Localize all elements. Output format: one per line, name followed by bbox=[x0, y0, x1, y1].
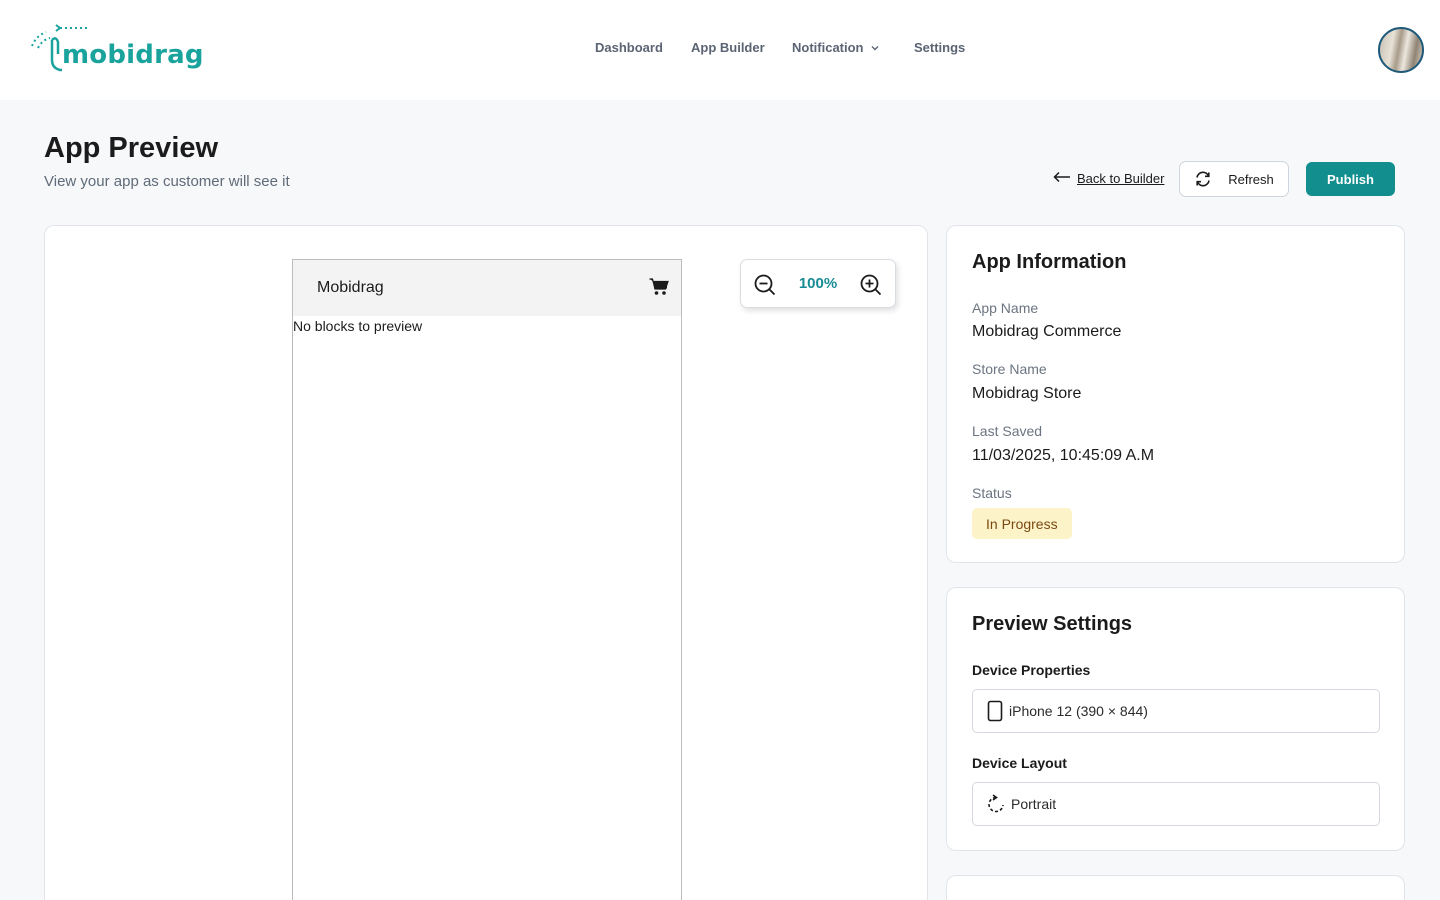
nav-notification[interactable]: Notification bbox=[792, 40, 880, 56]
rotate-icon bbox=[987, 794, 1005, 814]
logo-text: mobidrag bbox=[62, 40, 204, 70]
preview-panel: Mobidrag No blocks to preview 100% bbox=[44, 225, 928, 900]
zoom-in-icon[interactable] bbox=[860, 274, 882, 301]
last-saved-label: Last Saved bbox=[972, 423, 1043, 439]
mobidrag-logo[interactable]: mobidrag bbox=[30, 24, 203, 78]
status-badge: In Progress bbox=[972, 508, 1072, 539]
zoom-out-icon[interactable] bbox=[754, 274, 776, 301]
refresh-icon bbox=[1194, 170, 1212, 188]
app-title: Mobidrag bbox=[317, 279, 384, 296]
arrow-left-icon bbox=[1053, 171, 1071, 186]
app-name-value: Mobidrag Commerce bbox=[972, 323, 1122, 340]
back-to-builder-label: Back to Builder bbox=[1077, 171, 1165, 186]
publish-button[interactable]: Publish bbox=[1306, 162, 1395, 196]
nav-notification-label: Notification bbox=[792, 40, 864, 55]
last-saved-value: 11/03/2025, 10:45:09 A.M bbox=[972, 447, 1155, 464]
preview-settings-card: Preview Settings Device Properties iPhon… bbox=[946, 587, 1405, 851]
zoom-control: 100% bbox=[740, 259, 896, 308]
chevron-down-icon bbox=[870, 41, 880, 56]
app-information-title: App Information bbox=[972, 251, 1127, 273]
device-properties-label: Device Properties bbox=[972, 662, 1091, 678]
refresh-label: Refresh bbox=[1228, 171, 1274, 187]
page-subtitle: View your app as customer will see it bbox=[44, 173, 290, 190]
zoom-level: 100% bbox=[798, 275, 838, 292]
user-avatar[interactable] bbox=[1378, 27, 1424, 73]
back-to-builder-link[interactable]: Back to Builder bbox=[1053, 171, 1164, 186]
additional-card bbox=[946, 875, 1405, 900]
app-name-label: App Name bbox=[972, 300, 1039, 316]
top-navbar: mobidrag Dashboard App Builder Notificat… bbox=[0, 0, 1440, 100]
store-name-value: Mobidrag Store bbox=[972, 385, 1082, 402]
store-name-label: Store Name bbox=[972, 361, 1047, 377]
app-information-card: App Information App Name Mobidrag Commer… bbox=[946, 225, 1405, 563]
device-frame: Mobidrag No blocks to preview bbox=[292, 259, 682, 900]
device-layout-label: Device Layout bbox=[972, 755, 1067, 771]
nav-dashboard[interactable]: Dashboard bbox=[595, 40, 663, 55]
device-select-value: iPhone 12 (390 × 844) bbox=[1009, 703, 1148, 719]
empty-preview-message: No blocks to preview bbox=[293, 318, 423, 334]
refresh-button[interactable]: Refresh bbox=[1179, 161, 1289, 197]
status-label: Status bbox=[972, 485, 1012, 501]
nav-app-builder[interactable]: App Builder bbox=[691, 40, 765, 55]
nav-settings[interactable]: Settings bbox=[914, 40, 965, 55]
page-title: App Preview bbox=[44, 132, 219, 164]
preview-settings-title: Preview Settings bbox=[972, 613, 1133, 635]
app-header-bar: Mobidrag bbox=[293, 260, 681, 316]
layout-select[interactable]: Portrait bbox=[972, 782, 1380, 826]
device-select[interactable]: iPhone 12 (390 × 844) bbox=[972, 689, 1380, 733]
layout-select-value: Portrait bbox=[1011, 796, 1057, 812]
cart-icon[interactable] bbox=[649, 278, 669, 301]
phone-icon bbox=[987, 700, 1003, 722]
